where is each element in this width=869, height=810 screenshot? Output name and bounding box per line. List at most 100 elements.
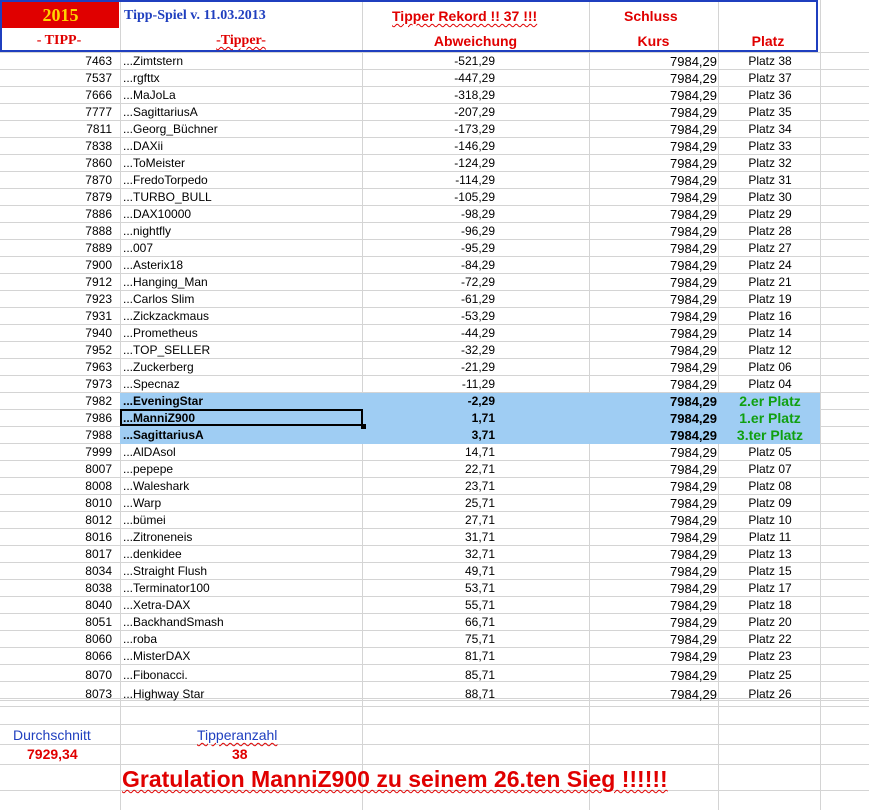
kurs-cell[interactable]: 7984,29 xyxy=(590,686,717,703)
kurs-cell[interactable]: 7984,29 xyxy=(590,308,717,325)
col-header-platz[interactable]: Platz xyxy=(718,33,818,49)
platz-cell[interactable]: Platz 37 xyxy=(720,70,820,87)
platz-cell[interactable]: Platz 31 xyxy=(720,172,820,189)
abweichung-cell[interactable]: -95,29 xyxy=(365,240,495,257)
platz-cell[interactable]: Platz 13 xyxy=(720,546,820,563)
tipp-cell[interactable]: 7838 xyxy=(0,138,112,155)
kurs-cell[interactable]: 7984,29 xyxy=(590,87,717,104)
abweichung-cell[interactable]: 88,71 xyxy=(365,686,495,703)
kurs-cell[interactable]: 7984,29 xyxy=(590,580,717,597)
kurs-cell[interactable]: 7984,29 xyxy=(590,104,717,121)
kurs-cell[interactable]: 7984,29 xyxy=(590,393,717,410)
abweichung-cell[interactable]: -61,29 xyxy=(365,291,495,308)
platz-cell[interactable]: Platz 16 xyxy=(720,308,820,325)
tipper-name-cell[interactable]: ...Zitroneneis xyxy=(123,529,192,546)
platz-cell[interactable]: Platz 20 xyxy=(720,614,820,631)
abweichung-cell[interactable]: -207,29 xyxy=(365,104,495,121)
platz-cell[interactable]: Platz 18 xyxy=(720,597,820,614)
abweichung-cell[interactable]: 1,71 xyxy=(365,410,495,427)
abweichung-cell[interactable]: 55,71 xyxy=(365,597,495,614)
kurs-cell[interactable]: 7984,29 xyxy=(590,189,717,206)
kurs-cell[interactable]: 7984,29 xyxy=(590,648,717,665)
kurs-cell[interactable]: 7984,29 xyxy=(590,529,717,546)
tipper-name-cell[interactable]: ...pepepe xyxy=(123,461,173,478)
abweichung-cell[interactable]: -72,29 xyxy=(365,274,495,291)
tipper-name-cell[interactable]: ...DAX10000 xyxy=(123,206,191,223)
platz-cell[interactable]: 3.ter Platz xyxy=(720,427,820,444)
tipper-name-cell[interactable]: ...Zickzackmaus xyxy=(123,308,209,325)
tipper-name-cell[interactable]: ...TOP_SELLER xyxy=(123,342,210,359)
abweichung-cell[interactable]: 75,71 xyxy=(365,631,495,648)
tipper-name-cell[interactable]: ...Zimtstern xyxy=(123,53,183,70)
abweichung-cell[interactable]: -21,29 xyxy=(365,359,495,376)
kurs-cell[interactable]: 7984,29 xyxy=(590,410,717,427)
abweichung-cell[interactable]: -44,29 xyxy=(365,325,495,342)
platz-cell[interactable]: Platz 27 xyxy=(720,240,820,257)
tipper-name-cell[interactable]: ...roba xyxy=(123,631,157,648)
kurs-cell[interactable]: 7984,29 xyxy=(590,359,717,376)
tipper-name-cell[interactable]: ...SagittariusA xyxy=(123,427,204,444)
kurs-cell[interactable]: 7984,29 xyxy=(590,53,717,70)
tipper-name-cell[interactable]: ...Asterix18 xyxy=(123,257,183,274)
kurs-cell[interactable]: 7984,29 xyxy=(590,291,717,308)
tipp-cell[interactable]: 7666 xyxy=(0,87,112,104)
tipper-name-cell[interactable]: ...SagittariusA xyxy=(123,104,198,121)
kurs-cell[interactable]: 7984,29 xyxy=(590,444,717,461)
tipp-cell[interactable]: 7963 xyxy=(0,359,112,376)
kurs-cell[interactable]: 7984,29 xyxy=(590,461,717,478)
kurs-cell[interactable]: 7984,29 xyxy=(590,325,717,342)
kurs-cell[interactable]: 7984,29 xyxy=(590,512,717,529)
tipp-cell[interactable]: 7982 xyxy=(0,393,112,410)
abweichung-cell[interactable]: 14,71 xyxy=(365,444,495,461)
tipp-cell[interactable]: 8060 xyxy=(0,631,112,648)
abweichung-cell[interactable]: 81,71 xyxy=(365,648,495,665)
tipp-cell[interactable]: 7973 xyxy=(0,376,112,393)
tipp-cell[interactable]: 7537 xyxy=(0,70,112,87)
abweichung-cell[interactable]: 53,71 xyxy=(365,580,495,597)
platz-cell[interactable]: Platz 25 xyxy=(720,667,820,684)
kurs-cell[interactable]: 7984,29 xyxy=(590,478,717,495)
tipperanzahl-label[interactable]: Tipperanzahl xyxy=(197,727,277,743)
durchschnitt-label[interactable]: Durchschnitt xyxy=(13,727,91,743)
tipper-name-cell[interactable]: ...TURBO_BULL xyxy=(123,189,212,206)
year-cell[interactable]: 2015 xyxy=(2,2,119,28)
platz-cell[interactable]: Platz 06 xyxy=(720,359,820,376)
kurs-cell[interactable]: 7984,29 xyxy=(590,138,717,155)
platz-cell[interactable]: Platz 22 xyxy=(720,631,820,648)
tipper-name-cell[interactable]: ...AlDAsol xyxy=(123,444,176,461)
kurs-cell[interactable]: 7984,29 xyxy=(590,427,717,444)
abweichung-cell[interactable]: 49,71 xyxy=(365,563,495,580)
tipp-cell[interactable]: 8017 xyxy=(0,546,112,563)
tipp-cell[interactable]: 7952 xyxy=(0,342,112,359)
kurs-cell[interactable]: 7984,29 xyxy=(590,631,717,648)
abweichung-cell[interactable]: 66,71 xyxy=(365,614,495,631)
tipp-cell[interactable]: 7988 xyxy=(0,427,112,444)
abweichung-cell[interactable]: -521,29 xyxy=(365,53,495,70)
tipper-name-cell[interactable]: ...EveningStar xyxy=(123,393,203,410)
abweichung-cell[interactable]: 85,71 xyxy=(365,667,495,684)
tipper-name-cell[interactable]: ...Prometheus xyxy=(123,325,198,342)
tipper-name-cell[interactable]: ...BackhandSmash xyxy=(123,614,224,631)
tipp-cell[interactable]: 7463 xyxy=(0,53,112,70)
tipp-cell[interactable]: 7900 xyxy=(0,257,112,274)
tipp-cell[interactable]: 8034 xyxy=(0,563,112,580)
tipper-name-cell[interactable]: ...Specnaz xyxy=(123,376,180,393)
tipper-name-cell[interactable]: ...Carlos Slim xyxy=(123,291,194,308)
tipper-name-cell[interactable]: ...Straight Flush xyxy=(123,563,207,580)
abweichung-cell[interactable]: -84,29 xyxy=(365,257,495,274)
platz-cell[interactable]: Platz 38 xyxy=(720,53,820,70)
platz-cell[interactable]: Platz 30 xyxy=(720,189,820,206)
tipp-cell[interactable]: 7860 xyxy=(0,155,112,172)
abweichung-cell[interactable]: -2,29 xyxy=(365,393,495,410)
tipper-name-cell[interactable]: ...Hanging_Man xyxy=(123,274,208,291)
tipper-name-cell[interactable]: ...nightfly xyxy=(123,223,171,240)
tipp-cell[interactable]: 7886 xyxy=(0,206,112,223)
tipper-name-cell[interactable]: ...ToMeister xyxy=(123,155,185,172)
abweichung-cell[interactable]: -98,29 xyxy=(365,206,495,223)
platz-cell[interactable]: Platz 32 xyxy=(720,155,820,172)
abweichung-cell[interactable]: -96,29 xyxy=(365,223,495,240)
kurs-cell[interactable]: 7984,29 xyxy=(590,155,717,172)
tipper-name-cell[interactable]: ...Xetra-DAX xyxy=(123,597,190,614)
abweichung-cell[interactable]: 25,71 xyxy=(365,495,495,512)
col-header-tipper[interactable]: -Tipper- xyxy=(120,33,362,49)
